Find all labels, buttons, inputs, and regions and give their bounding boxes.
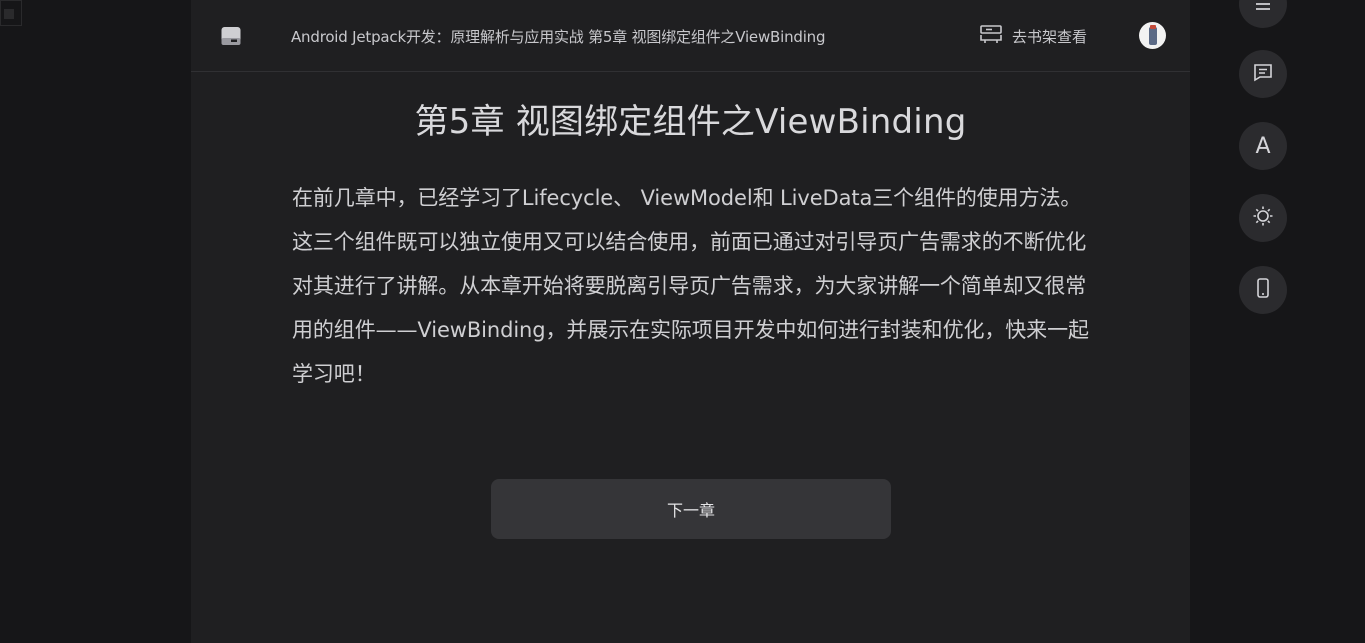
brightness-icon xyxy=(1252,205,1274,231)
reader-panel: Android Jetpack开发：原理解析与应用实战 第5章 视图绑定组件之V… xyxy=(191,0,1190,643)
phone-reading-button[interactable] xyxy=(1239,266,1287,314)
chapter-title: 第5章 视图绑定组件之ViewBinding xyxy=(414,102,967,142)
chapter-paragraph: 在前几章中，已经学习了Lifecycle、 ViewModel和 LiveDat… xyxy=(292,186,1089,386)
reader-header: Android Jetpack开发：原理解析与应用实战 第5章 视图绑定组件之V… xyxy=(191,0,1190,72)
brightness-button[interactable] xyxy=(1239,194,1287,242)
go-to-bookshelf-button[interactable]: 去书架查看 xyxy=(979,24,1087,48)
font-icon: A xyxy=(1255,133,1271,159)
bookshelf-icon xyxy=(979,22,1003,50)
comment-icon xyxy=(1252,61,1274,87)
corner-placeholder xyxy=(0,0,22,26)
book-title: Android Jetpack开发：原理解析与应用实战 第5章 视图绑定组件之V… xyxy=(291,28,826,46)
phone-icon xyxy=(1252,277,1274,303)
font-button[interactable]: A xyxy=(1239,122,1287,170)
next-chapter-button[interactable]: 下一章 xyxy=(491,479,891,539)
user-avatar[interactable] xyxy=(1139,22,1166,49)
book-cover-icon[interactable] xyxy=(221,26,241,46)
comment-button[interactable] xyxy=(1239,50,1287,98)
menu-button[interactable] xyxy=(1239,0,1287,28)
menu-icon xyxy=(1252,0,1274,17)
bookshelf-label: 去书架查看 xyxy=(1012,27,1088,46)
